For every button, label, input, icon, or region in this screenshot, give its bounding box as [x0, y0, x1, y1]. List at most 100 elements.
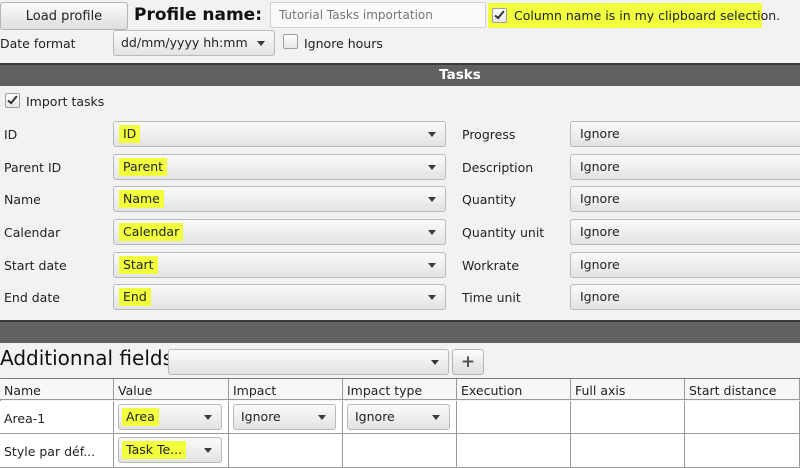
select-value: Ignore [580, 257, 620, 272]
chevron-down-icon [428, 230, 436, 235]
chevron-down-icon [204, 448, 212, 453]
column-header-full-axis[interactable]: Full axis [571, 379, 685, 400]
ignore-hours-checkbox[interactable] [283, 34, 298, 49]
field-label-quantity: Quantity [462, 192, 517, 207]
date-format-select[interactable]: dd/mm/yyyy hh:mm [113, 30, 275, 56]
plus-icon: + [460, 352, 476, 372]
import-tasks-checkbox[interactable] [5, 93, 20, 108]
select-name[interactable]: Name [113, 186, 446, 212]
add-field-button[interactable]: + [452, 349, 484, 375]
select-value: Calendar [119, 223, 184, 241]
select-value: Ignore [580, 159, 620, 174]
select-value: Name [119, 190, 164, 208]
select-value: Ignore [580, 224, 620, 239]
table-cell[interactable] [343, 434, 457, 468]
column-name-checkbox-label: Column name is in my clipboard selection… [514, 8, 781, 23]
column-header-execution[interactable]: Execution [457, 379, 571, 400]
table-cell[interactable] [229, 434, 343, 468]
table-cell[interactable] [457, 434, 571, 468]
chevron-down-icon [428, 165, 436, 170]
row-impact-type-select[interactable]: Ignore [347, 404, 450, 430]
select-value: ID [119, 125, 141, 143]
field-label-parent-id: Parent ID [4, 160, 62, 175]
select-value: Parent [119, 158, 168, 176]
select-calendar[interactable]: Calendar [113, 219, 446, 245]
table-cell[interactable] [571, 401, 685, 434]
date-format-label: Date format [0, 36, 76, 51]
date-format-value: dd/mm/yyyy hh:mm [121, 35, 248, 50]
import-tasks-label: Import tasks [26, 94, 105, 109]
table-cell: Ignore [229, 401, 343, 434]
chevron-down-icon [318, 415, 326, 420]
select-quantity-unit[interactable]: Ignore [570, 219, 800, 245]
additional-fields-title: Additionnal fields [0, 346, 174, 370]
table-row: Area-1 [0, 401, 114, 434]
chevron-down-icon [428, 263, 436, 268]
field-label-name: Name [4, 192, 41, 207]
column-header-impact-type[interactable]: Impact type [343, 379, 457, 400]
ignore-hours-label: Ignore hours [304, 36, 383, 51]
field-label-progress: Progress [462, 127, 516, 142]
select-parent-id[interactable]: Parent [113, 154, 446, 180]
column-name-checkbox-row[interactable]: Column name is in my clipboard selection… [488, 3, 780, 28]
chevron-down-icon [204, 415, 212, 420]
chevron-down-icon [428, 295, 436, 300]
field-label-id: ID [4, 127, 18, 142]
table-cell: Area [114, 401, 229, 434]
select-start-date[interactable]: Start [113, 252, 446, 278]
select-quantity[interactable]: Ignore [570, 186, 800, 212]
row-name: Area-1 [4, 411, 46, 426]
row-value-select[interactable]: Task Te... [118, 437, 222, 463]
field-label-calendar: Calendar [4, 225, 61, 240]
select-value: Ignore [355, 409, 395, 424]
chevron-down-icon [432, 415, 440, 420]
select-description[interactable]: Ignore [570, 154, 800, 180]
select-time-unit[interactable]: Ignore [570, 284, 800, 310]
row-value-select[interactable]: Area [118, 404, 222, 430]
profile-name-label: Profile name: [134, 5, 263, 25]
select-value: End [119, 288, 151, 306]
row-impact-select[interactable]: Ignore [233, 404, 336, 430]
section-divider [0, 320, 800, 343]
table-cell[interactable] [457, 401, 571, 434]
field-label-end-date: End date [4, 290, 60, 305]
column-header-start-distance[interactable]: Start distance [685, 379, 800, 400]
field-label-description: Description [462, 160, 534, 175]
row-name: Style par déf... [4, 444, 96, 459]
tasks-section-header: Tasks [0, 63, 800, 86]
load-profile-button[interactable]: Load profile [0, 2, 128, 30]
checkmark-icon [494, 8, 505, 20]
chevron-down-icon [428, 197, 436, 202]
field-label-time-unit: Time unit [462, 290, 521, 305]
select-value: Start [119, 256, 158, 274]
additional-field-select[interactable] [168, 349, 449, 375]
select-id[interactable]: ID [113, 121, 446, 147]
column-header-impact[interactable]: Impact [229, 379, 343, 400]
select-progress[interactable]: Ignore [570, 121, 800, 147]
checkmark-icon [7, 93, 18, 105]
column-header-name[interactable]: Name [0, 379, 114, 400]
field-label-quantity-unit: Quantity unit [462, 225, 545, 240]
chevron-down-icon [428, 132, 436, 137]
profile-name-input[interactable] [270, 2, 486, 28]
select-value: Ignore [580, 126, 620, 141]
table-cell[interactable] [685, 434, 800, 468]
column-name-checkbox[interactable] [492, 8, 507, 23]
table-cell: Task Te... [114, 434, 229, 468]
select-value: Ignore [580, 191, 620, 206]
table-row: Style par déf... [0, 434, 114, 468]
chevron-down-icon [431, 360, 439, 365]
field-label-workrate: Workrate [462, 258, 520, 273]
select-value: Task Te... [122, 441, 187, 459]
select-end-date[interactable]: End [113, 284, 446, 310]
select-workrate[interactable]: Ignore [570, 252, 800, 278]
field-label-start-date: Start date [4, 258, 67, 273]
tasks-section-title: Tasks [439, 67, 481, 83]
chevron-down-icon [257, 41, 265, 46]
table-cell: Ignore [343, 401, 457, 434]
table-cell[interactable] [685, 401, 800, 434]
select-value: Area [122, 408, 159, 426]
select-value: Ignore [580, 289, 620, 304]
column-header-value[interactable]: Value [114, 379, 229, 400]
table-cell[interactable] [571, 434, 685, 468]
